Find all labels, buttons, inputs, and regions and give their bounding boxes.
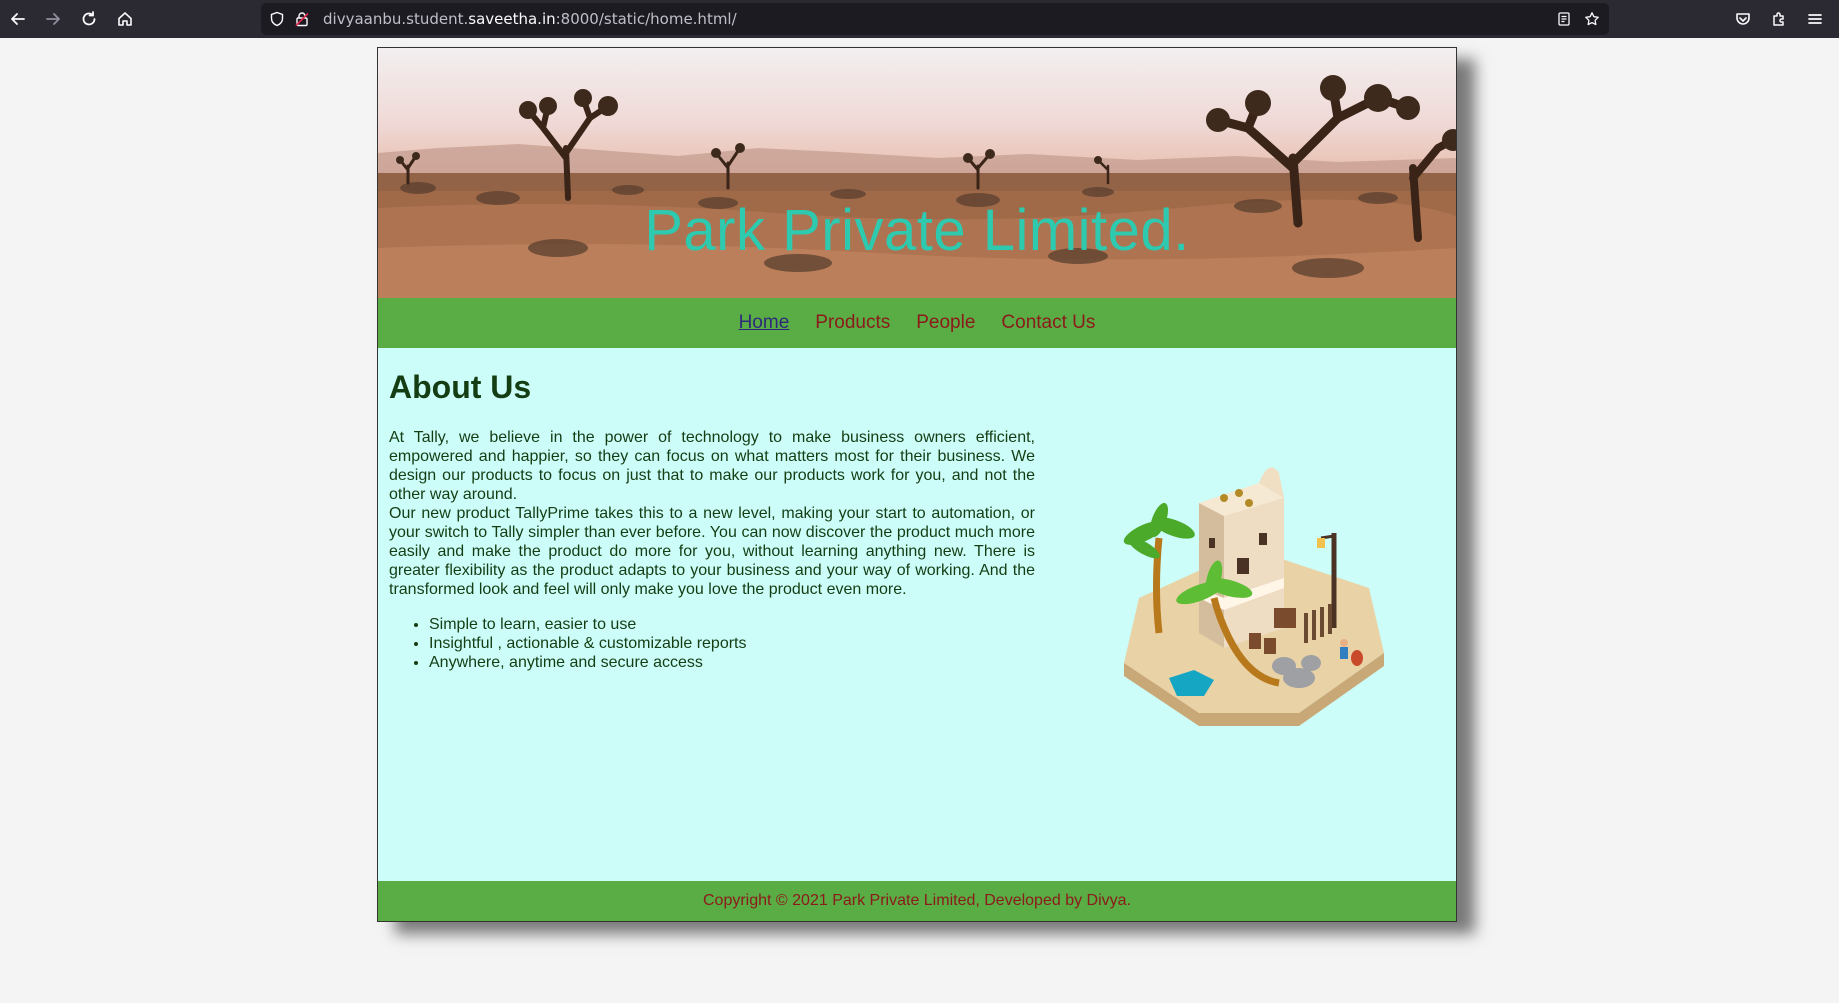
isometric-island-illustration	[1123, 467, 1384, 726]
lock-icon[interactable]	[294, 11, 310, 27]
feature-item: Anywhere, anytime and secure access	[429, 653, 747, 672]
product-paragraph: Our new product TallyPrime takes this to…	[389, 505, 1035, 598]
nav-link-home[interactable]: Home	[739, 312, 790, 334]
reader-icon[interactable]	[1556, 11, 1572, 27]
back-icon[interactable]	[5, 6, 31, 32]
url-text[interactable]: divyaanbu.student.saveetha.in:8000/stati…	[323, 10, 737, 28]
extensions-icon[interactable]	[1766, 6, 1792, 32]
url-domain: saveetha.in	[468, 10, 556, 28]
intro-paragraph: At Tally, we believe in the power of tec…	[389, 429, 1035, 503]
feature-item: Simple to learn, easier to use	[429, 615, 747, 634]
url-bar[interactable]: divyaanbu.student.saveetha.in:8000/stati…	[261, 3, 1609, 35]
nav-link-contact-us[interactable]: Contact Us	[1001, 312, 1095, 334]
home-icon[interactable]	[112, 6, 138, 32]
star-icon[interactable]	[1584, 11, 1600, 27]
menu-icon[interactable]	[1802, 6, 1828, 32]
shield-icon[interactable]	[269, 11, 285, 27]
nav-link-people[interactable]: People	[916, 312, 975, 334]
feature-list: Simple to learn, easier to use Insightfu…	[429, 615, 747, 672]
feature-item: Insightful , actionable & customizable r…	[429, 634, 747, 653]
page-container: Park Private Limited. Home Products Peop…	[377, 47, 1457, 922]
pocket-icon[interactable]	[1730, 6, 1756, 32]
browser-toolbar: divyaanbu.student.saveetha.in:8000/stati…	[0, 0, 1839, 38]
header-banner: Park Private Limited.	[378, 48, 1456, 298]
footer: Copyright © 2021 Park Private Limited, D…	[378, 881, 1456, 921]
url-prefix: divyaanbu.student.	[323, 10, 469, 28]
forward-icon[interactable]	[40, 6, 66, 32]
reload-icon[interactable]	[76, 6, 102, 32]
copyright-text: Copyright © 2021 Park Private Limited, D…	[703, 892, 1131, 909]
main-nav: Home Products People Contact Us	[378, 298, 1456, 348]
site-title: Park Private Limited.	[644, 198, 1190, 263]
url-suffix: :8000/static/home.html/	[555, 10, 737, 28]
page-heading: About Us	[389, 369, 532, 405]
nav-link-products[interactable]: Products	[815, 312, 890, 334]
